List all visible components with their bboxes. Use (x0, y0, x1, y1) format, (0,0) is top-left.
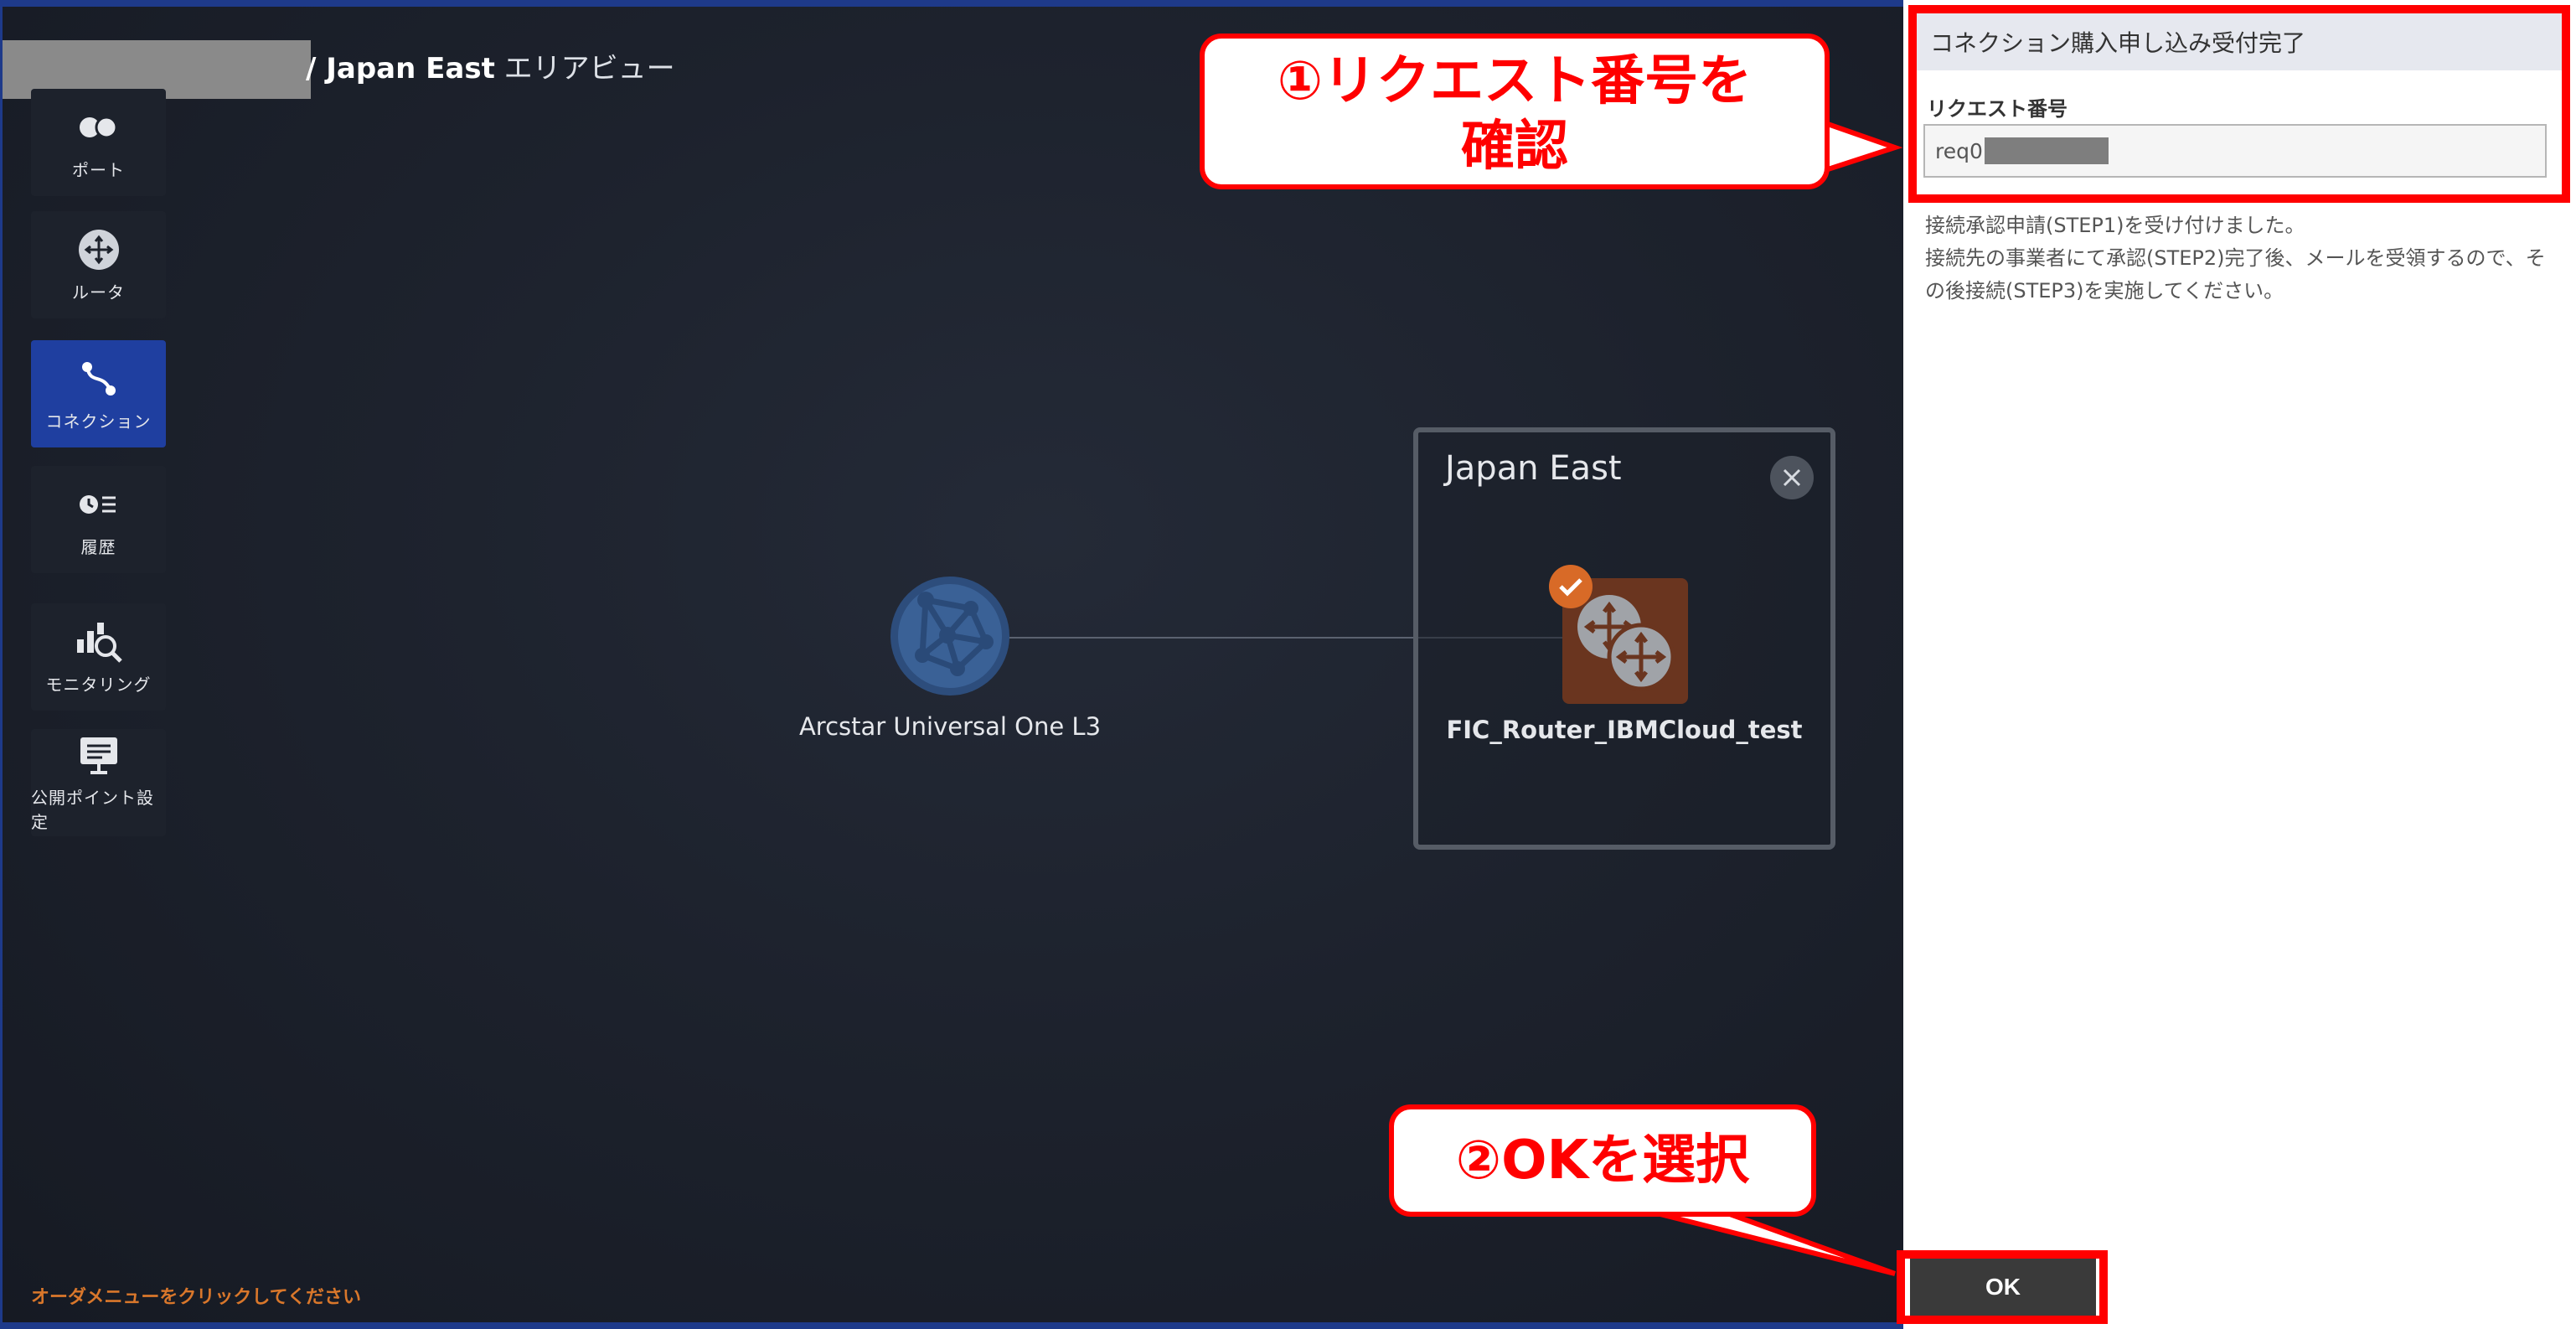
callout-1-line-2: 確認 (1461, 116, 1568, 178)
callout-pointers (1649, 118, 1903, 1276)
callout-confirm-request-number: ①リクエスト番号を 確認 (1200, 34, 1830, 189)
callout-1-line-1: ①リクエスト番号を (1277, 50, 1753, 112)
callout-select-ok: ②OKを選択 (1389, 1104, 1816, 1217)
